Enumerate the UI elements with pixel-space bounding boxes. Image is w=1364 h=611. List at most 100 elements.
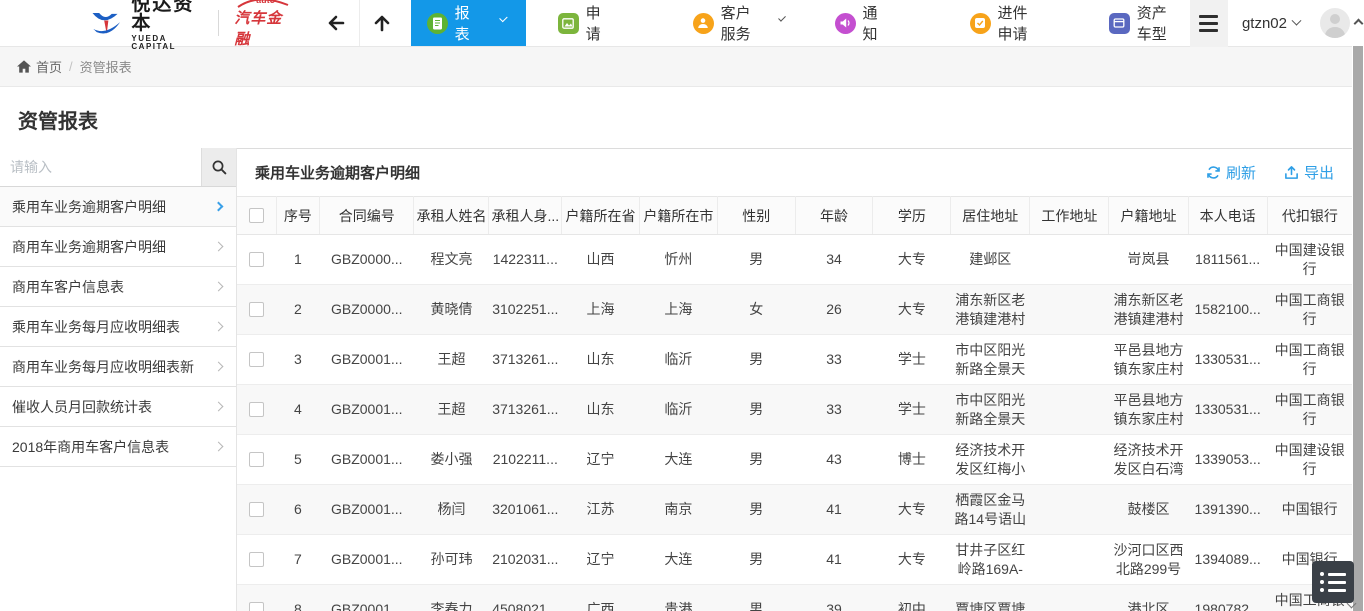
table-cell: 临沂 xyxy=(639,385,717,435)
sidebar-item[interactable]: 2018年商用车客户信息表 xyxy=(0,427,236,467)
nav-tab-reports[interactable]: 报表 xyxy=(411,0,526,46)
hamburger-menu-button[interactable] xyxy=(1190,0,1228,47)
sidebar-item[interactable]: 催收人员月回款统计表 xyxy=(0,387,236,427)
row-checkbox[interactable] xyxy=(249,302,264,317)
table-cell: 中国工商银行 xyxy=(1267,335,1352,385)
table-row: 1GBZ0000...程文亮1422311...山西忻州男34大专建邺区岢岚县1… xyxy=(237,235,1352,285)
table-cell: 经济技术开发区白石湾 xyxy=(1109,435,1188,485)
row-checkbox[interactable] xyxy=(249,252,264,267)
row-checkbox[interactable] xyxy=(249,402,264,417)
column-header[interactable]: 承租人身... xyxy=(489,197,562,235)
refresh-icon xyxy=(1206,165,1221,180)
column-header[interactable]: 承租人姓名 xyxy=(414,197,489,235)
sidebar-item-label: 催收人员月回款统计表 xyxy=(12,397,152,417)
quick-menu-widget[interactable] xyxy=(1312,561,1354,603)
back-button[interactable] xyxy=(314,0,359,46)
column-header[interactable]: 性别 xyxy=(717,197,795,235)
search-input[interactable] xyxy=(0,148,201,186)
sidebar-item[interactable]: 商用车业务逾期客户明细 xyxy=(0,227,236,267)
table-cell: 忻州 xyxy=(639,235,717,285)
table-cell: 经济技术开发区红梅小 xyxy=(951,435,1030,485)
table-cell: 学士 xyxy=(873,385,951,435)
table-row: 2GBZ0000...黄晓倩3102251...上海上海女26大专浦东新区老港镇… xyxy=(237,285,1352,335)
table-cell: GBZ0000... xyxy=(320,235,414,285)
table-cell: 女 xyxy=(717,285,795,335)
user-menu[interactable]: gtzn02 xyxy=(1228,15,1314,32)
row-select-cell xyxy=(237,585,276,611)
table-cell xyxy=(1030,235,1109,285)
nav-tab-intake-apply[interactable]: 进件申请 xyxy=(954,0,1051,46)
nav-tab-label: 客户服务 xyxy=(721,2,752,44)
table-cell: 覃塘区覃塘 xyxy=(951,585,1030,611)
brand-separator xyxy=(218,10,219,36)
column-header[interactable]: 户籍地址 xyxy=(1109,197,1188,235)
row-checkbox[interactable] xyxy=(249,352,264,367)
select-all-checkbox[interactable] xyxy=(249,208,264,223)
chevron-right-icon xyxy=(214,282,224,292)
chevron-right-icon xyxy=(214,442,224,452)
table-cell: 男 xyxy=(717,585,795,611)
sidebar-item[interactable]: 乘用车业务每月应收明细表 xyxy=(0,307,236,347)
apply-icon xyxy=(558,13,579,34)
sidebar-item-label: 2018年商用车客户信息表 xyxy=(12,437,169,457)
table-cell: 大专 xyxy=(873,535,951,585)
row-select-cell xyxy=(237,285,276,335)
sidebar-item[interactable]: 商用车客户信息表 xyxy=(0,267,236,307)
column-header[interactable]: 年龄 xyxy=(795,197,873,235)
table-cell: 2102031... xyxy=(489,535,562,585)
column-header[interactable]: 本人电话 xyxy=(1188,197,1267,235)
nav-tab-apply[interactable]: 申请 xyxy=(542,0,617,46)
avatar[interactable] xyxy=(1320,8,1350,38)
nav-tab-asset-models[interactable]: 资产车型 xyxy=(1093,0,1190,46)
table-cell: 上海 xyxy=(562,285,640,335)
table-row: 4GBZ0001...王超3713261...山东临沂男33学士市中区阳光新路全… xyxy=(237,385,1352,435)
nav-tab-customer-service[interactable]: 客户服务 xyxy=(677,0,801,46)
export-button[interactable]: 导出 xyxy=(1284,162,1334,183)
scrollbar-up-button[interactable] xyxy=(1352,0,1364,46)
panel-title: 乘用车业务逾期客户明细 xyxy=(255,162,420,183)
table-cell: 辽宁 xyxy=(562,435,640,485)
table-cell: 2 xyxy=(276,285,319,335)
table-cell xyxy=(1030,285,1109,335)
table-cell: 博士 xyxy=(873,435,951,485)
column-header[interactable]: 户籍所在省 xyxy=(562,197,640,235)
table-cell: 4508021... xyxy=(489,585,562,611)
chevron-down-icon xyxy=(499,13,507,21)
sidebar-item[interactable]: 乘用车业务逾期客户明细 xyxy=(0,187,236,227)
column-header[interactable]: 居住地址 xyxy=(951,197,1030,235)
scroll-top-button[interactable] xyxy=(360,0,405,46)
column-header[interactable]: 户籍所在市 xyxy=(639,197,717,235)
scrollbar-thumb[interactable] xyxy=(1353,46,1363,611)
table-cell: 1811561... xyxy=(1188,235,1267,285)
table-cell: 大专 xyxy=(873,235,951,285)
refresh-button[interactable]: 刷新 xyxy=(1206,162,1256,183)
sidebar-item-label: 商用车业务每月应收明细表新 xyxy=(12,357,194,377)
table-cell: 2102211... xyxy=(489,435,562,485)
row-checkbox[interactable] xyxy=(249,602,264,611)
breadcrumb-home[interactable]: 首页 xyxy=(36,57,62,76)
page-scrollbar[interactable] xyxy=(1352,0,1364,611)
brand-name-en: YUEDA CAPITAL xyxy=(131,35,201,51)
sidebar-item-label: 乘用车业务逾期客户明细 xyxy=(12,197,166,217)
table-cell: 平邑县地方镇东家庄村 xyxy=(1109,385,1188,435)
table-cell: 大连 xyxy=(639,535,717,585)
sidebar-item[interactable]: 商用车业务每月应收明细表新 xyxy=(0,347,236,387)
chevron-up-icon xyxy=(1353,18,1363,28)
column-header[interactable]: 序号 xyxy=(276,197,319,235)
brand-logo[interactable]: 悦达资本 YUEDA CAPITAL auto 汽车金融 xyxy=(90,0,288,46)
column-header[interactable]: 合同编号 xyxy=(320,197,414,235)
row-checkbox[interactable] xyxy=(249,502,264,517)
row-checkbox[interactable] xyxy=(249,552,264,567)
report-panel: 乘用车业务逾期客户明细 刷新 xyxy=(237,148,1352,611)
table-cell: 市中区阳光新路全景天 xyxy=(951,385,1030,435)
brand-sub-label: 汽车金融 xyxy=(234,7,287,49)
table-cell xyxy=(1030,435,1109,485)
row-checkbox[interactable] xyxy=(249,452,264,467)
column-header[interactable]: 学历 xyxy=(873,197,951,235)
page-title: 资管报表 xyxy=(18,105,1346,134)
column-header[interactable]: 工作地址 xyxy=(1030,197,1109,235)
table-row: 3GBZ0001...王超3713261...山东临沂男33学士市中区阳光新路全… xyxy=(237,335,1352,385)
column-header[interactable]: 代扣银行 xyxy=(1267,197,1352,235)
search-button[interactable] xyxy=(201,148,236,186)
nav-tab-notifications[interactable]: 通知 xyxy=(819,0,894,46)
